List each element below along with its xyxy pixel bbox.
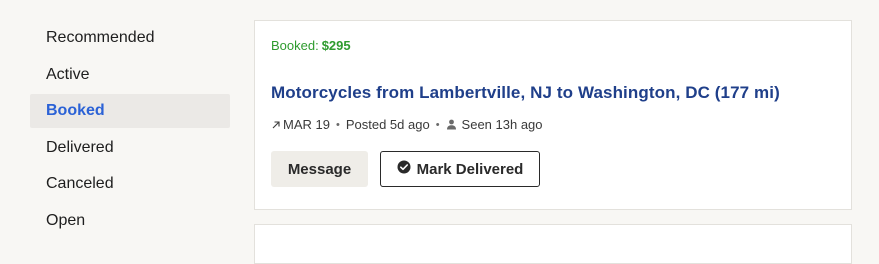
load-status-sidebar: Recommended Active Booked Delivered Canc…	[30, 21, 230, 241]
sidebar-item-booked[interactable]: Booked	[30, 94, 230, 129]
meta-separator: •	[335, 118, 340, 131]
meta-separator: •	[435, 118, 440, 131]
load-date: MAR 19	[283, 117, 330, 132]
sidebar-item-delivered[interactable]: Delivered	[30, 131, 230, 165]
booked-label: Booked:	[271, 38, 319, 53]
load-title-link[interactable]: Motorcycles from Lambertville, NJ to Was…	[271, 83, 780, 103]
seen-time: Seen 13h ago	[461, 117, 543, 132]
sidebar-item-recommended[interactable]: Recommended	[30, 21, 230, 55]
booked-status: Booked: $295	[271, 38, 351, 53]
person-icon	[446, 119, 457, 130]
posted-time: Posted 5d ago	[345, 117, 430, 132]
check-circle-icon	[397, 160, 411, 178]
arrow-up-right-icon	[271, 120, 281, 130]
sidebar-item-canceled[interactable]: Canceled	[30, 167, 230, 201]
message-button[interactable]: Message	[271, 151, 368, 187]
mark-delivered-label: Mark Delivered	[416, 160, 524, 178]
load-meta: MAR 19 • Posted 5d ago • Seen 13h ago	[271, 117, 543, 132]
load-card: Booked: $295 Motorcycles from Lambertvill…	[254, 20, 852, 210]
next-load-card	[254, 224, 852, 264]
message-button-label: Message	[287, 160, 352, 178]
sidebar-item-active[interactable]: Active	[30, 58, 230, 92]
mark-delivered-button[interactable]: Mark Delivered	[380, 151, 540, 187]
booked-price: $295	[321, 38, 351, 53]
sidebar-item-open[interactable]: Open	[30, 204, 230, 238]
